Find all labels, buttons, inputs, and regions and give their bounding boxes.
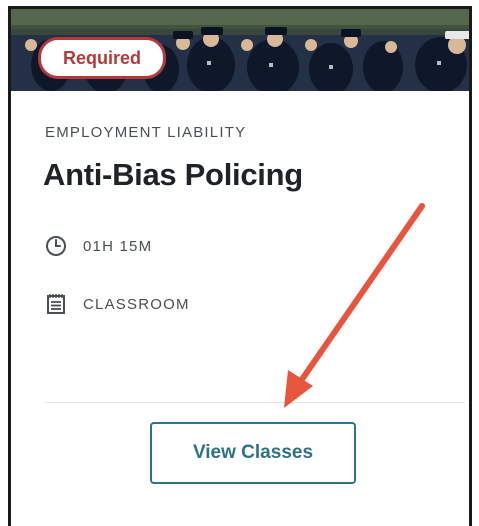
required-badge: Required xyxy=(38,37,167,79)
duration-row: 01H 15M xyxy=(45,235,152,257)
view-classes-button[interactable]: View Classes xyxy=(150,422,356,484)
clock-icon xyxy=(45,235,67,257)
notepad-icon xyxy=(45,293,67,315)
card-divider xyxy=(45,402,465,403)
course-banner-image: Required xyxy=(11,9,469,91)
format-row: CLASSROOM xyxy=(45,293,190,315)
duration-label: 01H 15M xyxy=(83,237,153,255)
course-card: Required EMPLOYMENT LIABILITY Anti-Bias … xyxy=(8,6,472,526)
course-category: EMPLOYMENT LIABILITY xyxy=(45,124,247,141)
course-title: Anti-Bias Policing xyxy=(43,157,303,192)
format-label: CLASSROOM xyxy=(83,295,190,313)
